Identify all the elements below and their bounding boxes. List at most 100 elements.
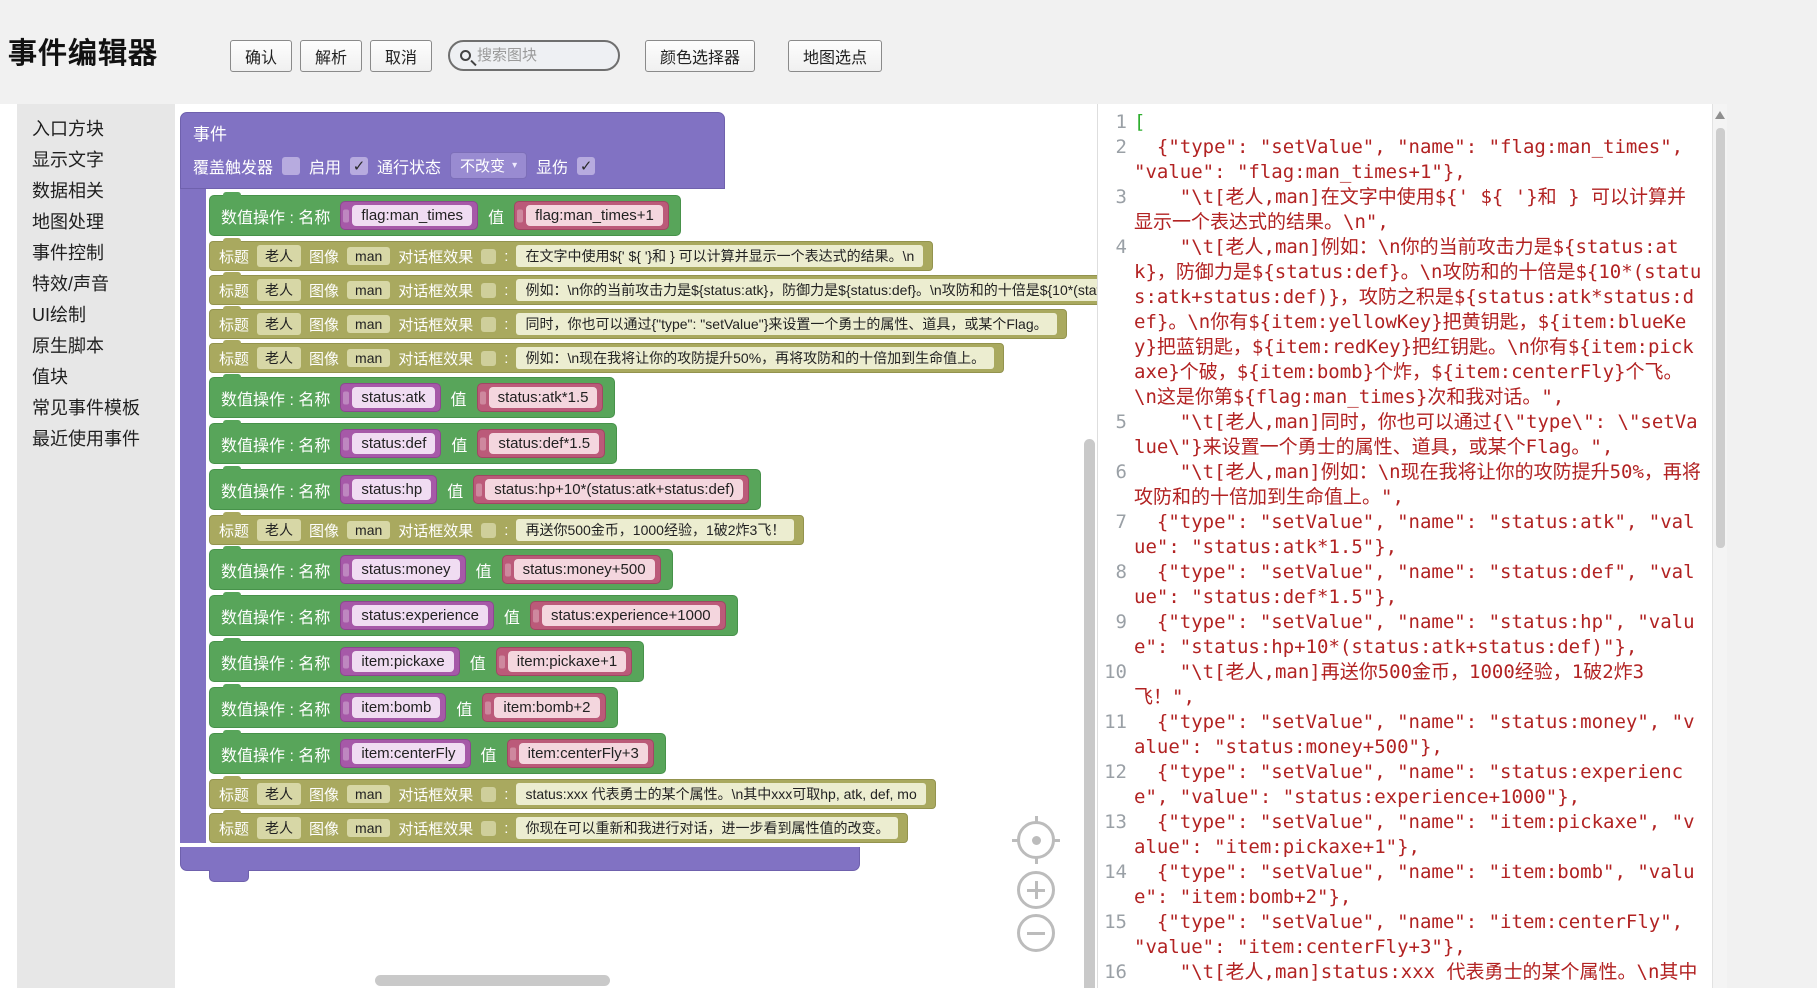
workspace-horizontal-scrollbar[interactable] bbox=[375, 975, 610, 986]
value-pill[interactable]: item:centerFly+3 bbox=[519, 743, 648, 764]
sidebar-item-7[interactable]: 原生脚本 bbox=[17, 331, 175, 362]
name-pill[interactable]: status:money bbox=[352, 559, 459, 580]
sidebar-item-4[interactable]: 事件控制 bbox=[17, 238, 175, 269]
value-slot[interactable]: status:money+500 bbox=[502, 555, 661, 584]
dialog-effect-checkbox[interactable] bbox=[481, 351, 496, 366]
name-slot[interactable]: status:experience bbox=[340, 601, 494, 630]
code-line-text[interactable]: {"type": "setValue", "name": "status:mon… bbox=[1134, 710, 1708, 760]
block-setvalue-row[interactable]: 数值操作 : 名称status:def值status:def*1.5 bbox=[209, 423, 617, 464]
code-line-text[interactable]: {"type": "setValue", "name": "status:exp… bbox=[1134, 760, 1708, 810]
map-pick-button[interactable]: 地图选点 bbox=[788, 40, 882, 72]
value-pill[interactable]: status:money+500 bbox=[514, 559, 655, 580]
code-line-text[interactable]: [ bbox=[1134, 110, 1708, 135]
color-picker-button[interactable]: 颜色选择器 bbox=[645, 40, 755, 72]
name-pill[interactable]: item:bomb bbox=[352, 697, 440, 718]
block-dialog-row[interactable]: 标题老人图像man对话框效果:status:xxx 代表勇士的某个属性。\n其中… bbox=[209, 779, 936, 809]
code-line[interactable]: 15 {"type": "setValue", "name": "item:ce… bbox=[1098, 910, 1708, 960]
dialog-effect-checkbox[interactable] bbox=[481, 821, 496, 836]
dialog-title-pill[interactable]: 老人 bbox=[257, 313, 301, 335]
dialog-title-pill[interactable]: 老人 bbox=[257, 347, 301, 369]
sidebar-item-2[interactable]: 数据相关 bbox=[17, 176, 175, 207]
value-pill[interactable]: item:bomb+2 bbox=[494, 697, 599, 718]
block-setvalue-row[interactable]: 数值操作 : 名称item:bomb值item:bomb+2 bbox=[209, 687, 618, 728]
name-slot[interactable]: status:money bbox=[340, 555, 465, 584]
block-dialog-row[interactable]: 标题老人图像man对话框效果:例如：\n你的当前攻击力是${status:atk… bbox=[209, 275, 1097, 305]
name-slot[interactable]: status:hp bbox=[340, 475, 437, 504]
code-scrollbar-thumb[interactable] bbox=[1716, 128, 1725, 548]
code-scrollbar[interactable] bbox=[1712, 104, 1727, 988]
value-pill[interactable]: item:pickaxe+1 bbox=[508, 651, 626, 672]
code-line[interactable]: 12 {"type": "setValue", "name": "status:… bbox=[1098, 760, 1708, 810]
json-code-editor[interactable]: 1[2 {"type": "setValue", "name": "flag:m… bbox=[1097, 104, 1712, 988]
dialog-text-field[interactable]: status:xxx 代表勇士的某个属性。\n其中xxx可取hp, atk, d… bbox=[516, 783, 925, 805]
sidebar-item-8[interactable]: 值块 bbox=[17, 362, 175, 393]
code-line-text[interactable]: {"type": "setValue", "name": "status:atk… bbox=[1134, 510, 1708, 560]
code-line-text[interactable]: "\t[老人,man]同时，你也可以通过{\"type\": \"setValu… bbox=[1134, 410, 1708, 460]
code-line[interactable]: 1[ bbox=[1098, 110, 1708, 135]
dialog-image-pill[interactable]: man bbox=[347, 785, 390, 803]
enabled-checkbox[interactable]: ✓ bbox=[350, 157, 368, 175]
name-pill[interactable]: status:def bbox=[352, 433, 435, 454]
name-slot[interactable]: item:centerFly bbox=[340, 739, 470, 768]
code-line[interactable]: 11 {"type": "setValue", "name": "status:… bbox=[1098, 710, 1708, 760]
block-setvalue-row[interactable]: 数值操作 : 名称item:pickaxe值item:pickaxe+1 bbox=[209, 641, 644, 682]
block-setvalue-row[interactable]: 数值操作 : 名称status:money值status:money+500 bbox=[209, 549, 673, 590]
value-slot[interactable]: status:experience+1000 bbox=[530, 601, 726, 630]
sidebar-item-6[interactable]: UI绘制 bbox=[17, 300, 175, 331]
code-line[interactable]: 7 {"type": "setValue", "name": "status:a… bbox=[1098, 510, 1708, 560]
dialog-title-pill[interactable]: 老人 bbox=[257, 817, 301, 839]
dialog-image-pill[interactable]: man bbox=[347, 521, 390, 539]
sidebar-item-0[interactable]: 入口方块 bbox=[17, 114, 175, 145]
name-pill[interactable]: item:pickaxe bbox=[352, 651, 453, 672]
block-dialog-row[interactable]: 标题老人图像man对话框效果:在文字中使用${' ${ '}和 } 可以计算并显… bbox=[209, 241, 933, 271]
code-line-text[interactable]: {"type": "setValue", "name": "status:hp"… bbox=[1134, 610, 1708, 660]
code-line[interactable]: 13 {"type": "setValue", "name": "item:pi… bbox=[1098, 810, 1708, 860]
name-slot[interactable]: flag:man_times bbox=[340, 201, 478, 230]
block-search[interactable] bbox=[448, 40, 620, 71]
code-line[interactable]: 8 {"type": "setValue", "name": "status:d… bbox=[1098, 560, 1708, 610]
name-pill[interactable]: item:centerFly bbox=[352, 743, 464, 764]
scroll-up-arrow-icon[interactable] bbox=[1715, 111, 1725, 119]
display-damage-checkbox[interactable]: ✓ bbox=[577, 157, 595, 175]
code-line-text[interactable]: "\t[老人,man]status:xxx 代表勇士的某个属性。\n其中 bbox=[1134, 960, 1708, 985]
sidebar-item-9[interactable]: 常见事件模板 bbox=[17, 393, 175, 424]
confirm-button[interactable]: 确认 bbox=[230, 40, 292, 72]
blockly-workspace[interactable]: 事件 覆盖触发器 启用 ✓ 通行状态 不改变 ▾ 显伤 ✓ 数值操作 : 名称f… bbox=[175, 104, 1097, 988]
code-line[interactable]: 10 "\t[老人,man]再送你500金币，1000经验，1破2炸3飞！", bbox=[1098, 660, 1708, 710]
block-setvalue-row[interactable]: 数值操作 : 名称item:centerFly值item:centerFly+3 bbox=[209, 733, 666, 774]
dialog-image-pill[interactable]: man bbox=[347, 819, 390, 837]
name-slot[interactable]: status:atk bbox=[340, 383, 440, 412]
code-line-text[interactable]: "\t[老人,man]例如：\n你的当前攻击力是${status:atk}，防御… bbox=[1134, 235, 1708, 410]
code-line[interactable]: 6 "\t[老人,man]例如：\n现在我将让你的攻防提升50%，再将攻防和的十… bbox=[1098, 460, 1708, 510]
dialog-text-field[interactable]: 你现在可以重新和我进行对话，进一步看到属性值的改变。 bbox=[516, 817, 898, 839]
block-dialog-row[interactable]: 标题老人图像man对话框效果:例如：\n现在我将让你的攻防提升50%，再将攻防和… bbox=[209, 343, 1004, 373]
value-pill[interactable]: status:def*1.5 bbox=[489, 433, 599, 454]
name-pill[interactable]: status:atk bbox=[352, 387, 434, 408]
pass-state-dropdown[interactable]: 不改变 ▾ bbox=[450, 152, 527, 179]
cancel-button[interactable]: 取消 bbox=[370, 40, 432, 72]
event-block-footer[interactable] bbox=[180, 847, 860, 871]
block-setvalue-row[interactable]: 数值操作 : 名称status:hp值status:hp+10*(status:… bbox=[209, 469, 761, 510]
dialog-text-field[interactable]: 例如：\n现在我将让你的攻防提升50%，再将攻防和的十倍加到生命值上。 bbox=[516, 347, 994, 369]
dialog-title-pill[interactable]: 老人 bbox=[257, 783, 301, 805]
sidebar-item-5[interactable]: 特效/声音 bbox=[17, 269, 175, 300]
dialog-image-pill[interactable]: man bbox=[347, 315, 390, 333]
value-slot[interactable]: flag:man_times+1 bbox=[514, 201, 669, 230]
crosshair-icon[interactable] bbox=[1017, 821, 1055, 859]
code-line-text[interactable]: "\t[老人,man]例如：\n现在我将让你的攻防提升50%，再将攻防和的十倍加… bbox=[1134, 460, 1708, 510]
code-line[interactable]: 9 {"type": "setValue", "name": "status:h… bbox=[1098, 610, 1708, 660]
dialog-text-field[interactable]: 在文字中使用${' ${ '}和 } 可以计算并显示一个表达式的结果。\n bbox=[516, 245, 923, 267]
name-pill[interactable]: status:hp bbox=[352, 479, 431, 500]
dialog-title-pill[interactable]: 老人 bbox=[257, 245, 301, 267]
code-line[interactable]: 16 "\t[老人,man]status:xxx 代表勇士的某个属性。\n其中 bbox=[1098, 960, 1708, 985]
value-slot[interactable]: item:bomb+2 bbox=[482, 693, 605, 722]
dialog-image-pill[interactable]: man bbox=[347, 281, 390, 299]
code-line[interactable]: 5 "\t[老人,man]同时，你也可以通过{\"type\": \"setVa… bbox=[1098, 410, 1708, 460]
dialog-effect-checkbox[interactable] bbox=[481, 317, 496, 332]
value-pill[interactable]: status:hp+10*(status:atk+status:def) bbox=[485, 479, 743, 500]
parse-button[interactable]: 解析 bbox=[300, 40, 362, 72]
value-slot[interactable]: status:def*1.5 bbox=[477, 429, 605, 458]
code-line-text[interactable]: {"type": "setValue", "name": "item:bomb"… bbox=[1134, 860, 1708, 910]
name-slot[interactable]: item:pickaxe bbox=[340, 647, 459, 676]
dialog-text-field[interactable]: 再送你500金币，1000经验，1破2炸3飞！ bbox=[516, 519, 794, 541]
